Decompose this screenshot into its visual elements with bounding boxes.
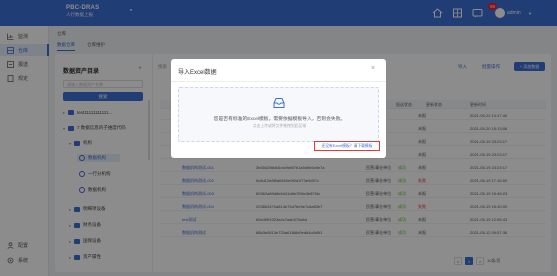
upload-dropzone[interactable]: 您是否有标准的Excel模板，需要依据模板导入，否则会失败。 点击上传或将文件拖… [178, 87, 379, 142]
import-excel-modal: 导入Excel数据 × 您是否有标准的Excel模板，需要依据模板导入，否则会失… [171, 59, 386, 158]
modal-title: 导入Excel数据 [178, 70, 217, 76]
inbox-icon [273, 98, 285, 108]
close-icon[interactable]: × [371, 65, 375, 72]
divider [171, 81, 386, 82]
download-template-link[interactable]: 还没有Excel模板？请下载模板 [314, 141, 380, 151]
upload-instruction: 您是否有标准的Excel模板，需要依据模板导入，否则会失败。 [213, 117, 346, 122]
upload-hint: 点击上传或将文件拖拽到此区域 [252, 124, 307, 128]
